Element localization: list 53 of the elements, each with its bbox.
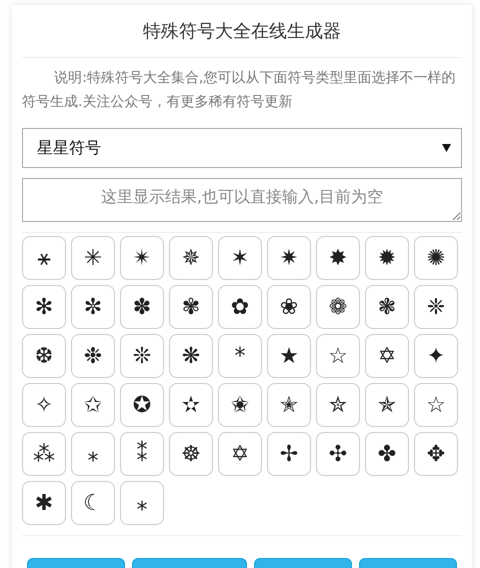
symbol-button[interactable]: ✩ xyxy=(71,383,115,427)
symbol-button[interactable]: ✦ xyxy=(414,334,458,378)
symbol-button[interactable]: ✺ xyxy=(414,236,458,280)
symbol-button[interactable]: ❃ xyxy=(365,285,409,329)
symbol-button[interactable]: ❆ xyxy=(22,334,66,378)
symbol-button[interactable]: ✡ xyxy=(218,432,262,476)
symbol-button[interactable]: ✤ xyxy=(365,432,409,476)
symbol-button[interactable]: ✫ xyxy=(169,383,213,427)
symbol-button[interactable]: ✸ xyxy=(316,236,360,280)
symbol-button[interactable]: ✬ xyxy=(218,383,262,427)
symbol-button[interactable]: ❋ xyxy=(169,334,213,378)
symbol-button[interactable]: ✻ xyxy=(22,285,66,329)
symbol-button[interactable]: ✡ xyxy=(365,334,409,378)
symbol-button[interactable]: ❉ xyxy=(71,334,115,378)
symbol-button[interactable]: ✮ xyxy=(316,383,360,427)
symbol-button[interactable]: ✣ xyxy=(316,432,360,476)
caret-icon xyxy=(442,144,451,152)
symbol-button[interactable]: ✿ xyxy=(218,285,262,329)
symbol-button[interactable]: ⁎ xyxy=(71,432,115,476)
symbol-button[interactable]: ✳ xyxy=(71,236,115,280)
symbol-button[interactable]: ✾ xyxy=(169,285,213,329)
symbol-button[interactable]: ✵ xyxy=(169,236,213,280)
symbol-button[interactable]: ✥ xyxy=(414,432,458,476)
symbol-button[interactable]: ⁂ xyxy=(22,432,66,476)
symbol-button[interactable]: ✱ xyxy=(22,481,66,525)
symbol-button[interactable]: ⚹ xyxy=(22,236,66,280)
symbol-button[interactable]: ❁ xyxy=(316,285,360,329)
symbol-button[interactable]: ✯ xyxy=(365,383,409,427)
symbol-button[interactable]: * xyxy=(218,334,262,378)
symbol-button[interactable]: ✧ xyxy=(22,383,66,427)
symbol-button[interactable]: ✢ xyxy=(267,432,311,476)
symbol-button[interactable]: ❊ xyxy=(120,334,164,378)
symbol-button[interactable]: ✴ xyxy=(120,236,164,280)
result-field[interactable]: 这里显示结果,也可以直接输入,目前为空 xyxy=(22,178,462,222)
symbol-button[interactable]: ☆ xyxy=(316,334,360,378)
symbol-button[interactable]: ✼ xyxy=(71,285,115,329)
symbol-button[interactable]: ❈ xyxy=(414,285,458,329)
symbol-button[interactable]: ✭ xyxy=(267,383,311,427)
symbol-button[interactable]: ☸ xyxy=(169,432,213,476)
category-dropdown[interactable]: 星星符号 xyxy=(22,128,462,168)
symbol-button[interactable]: ⁑ xyxy=(120,432,164,476)
symbol-button[interactable]: ❀ xyxy=(267,285,311,329)
symbol-button[interactable]: ✪ xyxy=(120,383,164,427)
page-title: 特殊符号大全在线生成器 xyxy=(143,20,341,43)
symbol-button[interactable]: ☆ xyxy=(414,383,458,427)
description-text: 说明:特殊符号大全集合,您可以从下面符号类型里面选择不一样的符号生成.关注公众号，有更多稀有符号更新 xyxy=(22,69,456,112)
symbol-button[interactable]: ✷ xyxy=(267,236,311,280)
symbol-button[interactable]: ✹ xyxy=(365,236,409,280)
symbol-button[interactable]: ★ xyxy=(267,334,311,378)
symbol-button[interactable]: ⁎ xyxy=(120,481,164,525)
symbol-button[interactable]: ☾ xyxy=(71,481,115,525)
symbol-button[interactable]: ✽ xyxy=(120,285,164,329)
symbol-button[interactable]: ✶ xyxy=(218,236,262,280)
